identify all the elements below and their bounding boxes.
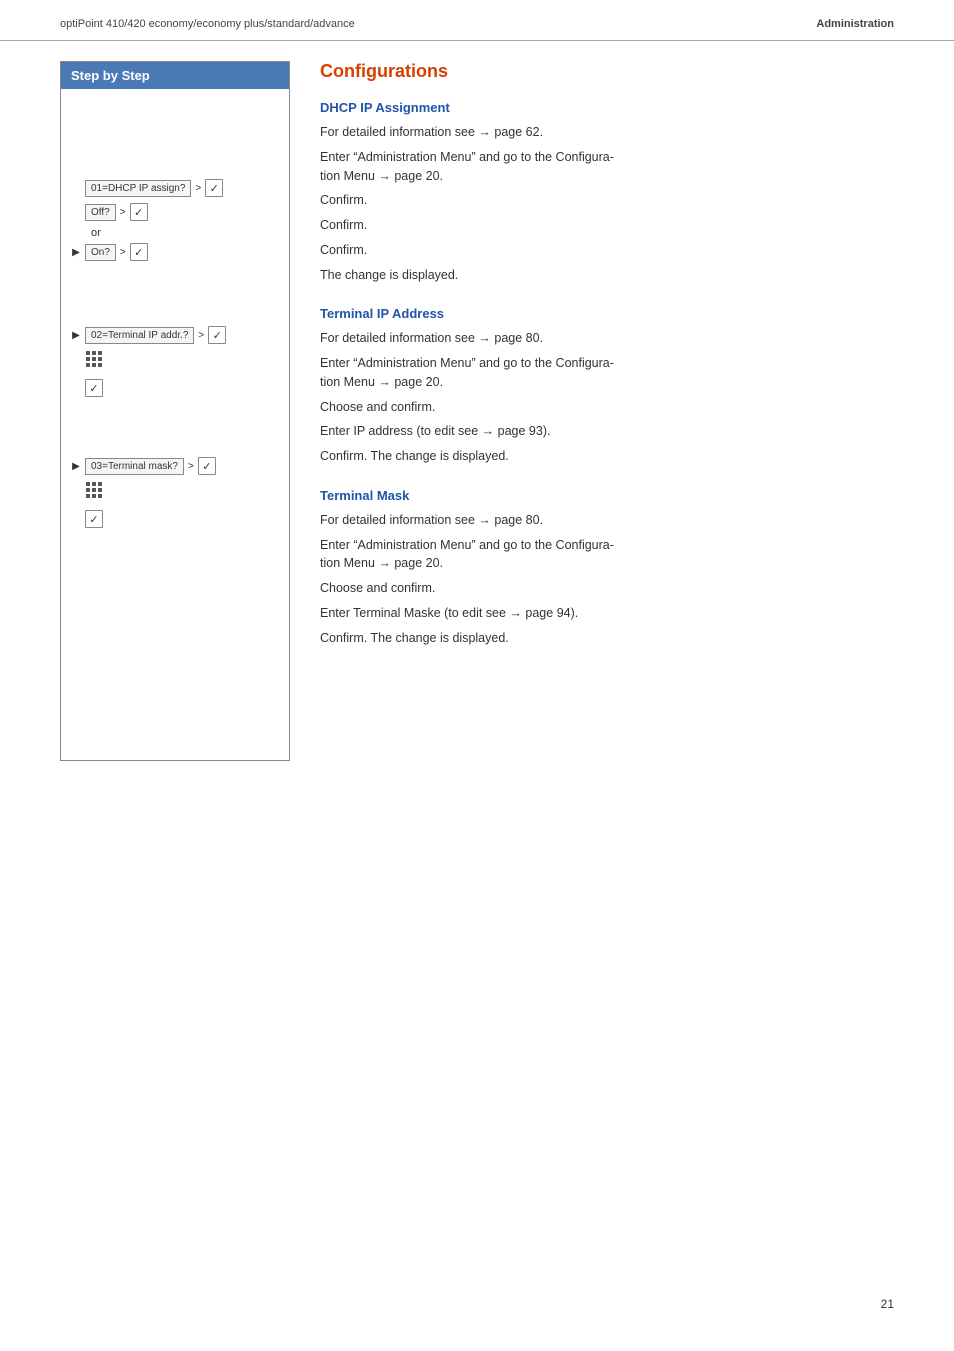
dhcp-confirm-3: Confirm. [320, 241, 894, 260]
dhcp-change-displayed: The change is displayed. [320, 266, 894, 285]
step-item-01: 01=DHCP IP assign? > ✓ [69, 179, 281, 197]
right-content: Configurations DHCP IP Assignment For de… [320, 61, 894, 761]
tm-confirm-change: Confirm. The change is displayed. [320, 629, 894, 648]
section-title-terminal-ip: Terminal IP Address [320, 306, 894, 321]
step-item-check-mask: ✓ [85, 510, 281, 528]
section-title-terminal-mask: Terminal Mask [320, 488, 894, 503]
step-item-keypad-02 [85, 350, 281, 373]
gt-01: > [195, 183, 201, 194]
section-terminal-mask: Terminal Mask For detailed information s… [320, 488, 894, 648]
tip-choose-confirm: Choose and confirm. [320, 398, 894, 417]
tip-para-2: Enter “Administration Menu” and go to th… [320, 354, 894, 392]
dhcp-group: 01=DHCP IP assign? > ✓ Off? > ✓ or [69, 179, 281, 261]
page-header: optiPoint 410/420 economy/economy plus/s… [0, 0, 954, 41]
or-text: or [91, 227, 281, 239]
check-icon-02: ✓ [208, 326, 226, 344]
step-box-header: Step by Step [61, 62, 289, 89]
check-icon-ip-confirm: ✓ [85, 379, 103, 397]
dhcp-confirm-2: Confirm. [320, 216, 894, 235]
step-label-on: On? [85, 244, 116, 261]
tip-confirm-change: Confirm. The change is displayed. [320, 447, 894, 466]
page-number: 21 [881, 1297, 894, 1311]
tip-enter-ip: Enter IP address (to edit see → page 93)… [320, 422, 894, 441]
step-item-keypad-03 [85, 481, 281, 504]
tm-choose-confirm: Choose and confirm. [320, 579, 894, 598]
gt-on: > [120, 247, 126, 258]
arrow-03: ▶ [69, 459, 83, 473]
section-dhcp: DHCP IP Assignment For detailed informat… [320, 100, 894, 284]
step-label-01: 01=DHCP IP assign? [85, 180, 191, 197]
step-box: Step by Step 01=DHCP IP assign? > ✓ [60, 61, 290, 761]
check-icon-mask-confirm: ✓ [85, 510, 103, 528]
header-right: Administration [816, 18, 894, 30]
step-label-02: 02=Terminal IP addr.? [85, 327, 194, 344]
tm-enter-mask: Enter Terminal Maske (to edit see → page… [320, 604, 894, 623]
check-icon-off: ✓ [130, 203, 148, 221]
check-icon-01: ✓ [205, 179, 223, 197]
header-left: optiPoint 410/420 economy/economy plus/s… [60, 18, 355, 30]
step-item-on: ▶ On? > ✓ [69, 243, 281, 261]
arrow-02: ▶ [69, 328, 83, 342]
gt-02: > [198, 330, 204, 341]
terminal-ip-group: ▶ 02=Terminal IP addr.? > ✓ [69, 326, 281, 397]
check-icon-03: ✓ [198, 457, 216, 475]
arrow-on: ▶ [69, 245, 83, 259]
arrow-placeholder-1 [69, 181, 83, 195]
gt-03: > [188, 461, 194, 472]
keypad-icon-03 [85, 481, 107, 504]
dhcp-confirm-1: Confirm. [320, 191, 894, 210]
tm-para-1: For detailed information see → page 80. [320, 511, 894, 530]
page-container: optiPoint 410/420 economy/economy plus/s… [0, 0, 954, 1351]
section-title-dhcp: DHCP IP Assignment [320, 100, 894, 115]
main-content: Step by Step 01=DHCP IP assign? > ✓ [0, 61, 954, 761]
step-item-check-ip: ✓ [85, 379, 281, 397]
check-icon-on: ✓ [130, 243, 148, 261]
step-label-off: Off? [85, 204, 116, 221]
dhcp-para-1: For detailed information see → page 62. [320, 123, 894, 142]
tm-para-2: Enter “Administration Menu” and go to th… [320, 536, 894, 574]
dhcp-para-2: Enter “Administration Menu” and go to th… [320, 148, 894, 186]
gt-off: > [120, 207, 126, 218]
step-label-03: 03=Terminal mask? [85, 458, 184, 475]
tip-para-1: For detailed information see → page 80. [320, 329, 894, 348]
step-item-off: Off? > ✓ [69, 203, 281, 221]
arrow-placeholder-off [69, 205, 83, 219]
step-item-03: ▶ 03=Terminal mask? > ✓ [69, 457, 281, 475]
page-footer: 21 [881, 1297, 894, 1311]
step-item-02: ▶ 02=Terminal IP addr.? > ✓ [69, 326, 281, 344]
keypad-icon-02 [85, 350, 107, 373]
sidebar: Step by Step 01=DHCP IP assign? > ✓ [60, 61, 290, 761]
section-terminal-ip: Terminal IP Address For detailed informa… [320, 306, 894, 466]
terminal-mask-group: ▶ 03=Terminal mask? > ✓ [69, 457, 281, 528]
page-title: Configurations [320, 61, 894, 82]
step-box-body: 01=DHCP IP assign? > ✓ Off? > ✓ or [61, 89, 289, 544]
